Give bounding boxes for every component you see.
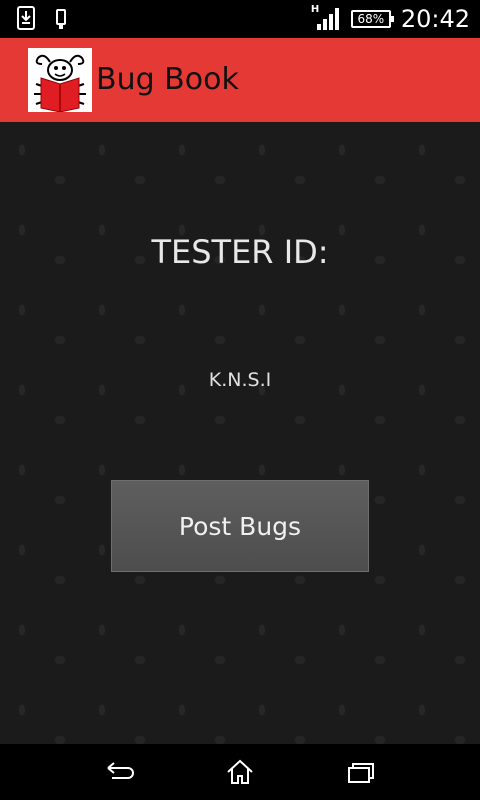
notification-icons: [16, 6, 68, 34]
battery-percent: 68%: [357, 12, 385, 26]
tester-id-label: TESTER ID:: [151, 233, 329, 271]
phone-icon: [54, 6, 68, 34]
post-bugs-button[interactable]: Post Bugs: [111, 480, 369, 572]
app-logo: [28, 48, 92, 113]
signal-icon: H: [311, 4, 341, 32]
download-icon: [16, 6, 36, 34]
app-title: Bug Book: [96, 62, 239, 97]
system-icons: H 68% 20:42: [311, 4, 470, 34]
recent-apps-icon[interactable]: [342, 756, 378, 788]
main-content: TESTER ID: K.N.S.I Post Bugs: [0, 122, 480, 744]
battery-icon: 68%: [350, 10, 394, 28]
clock: 20:42: [400, 5, 470, 33]
tester-id-value: K.N.S.I: [208, 369, 272, 391]
app-bar: Bug Book: [0, 38, 480, 122]
bug-reading-book-logo: [34, 54, 86, 113]
back-icon[interactable]: [102, 756, 138, 788]
screen: H 68% 20:42 Bug Book TESTER ID: K.N.S.I …: [0, 0, 480, 800]
navigation-bar: [0, 744, 480, 800]
status-bar: H 68% 20:42: [0, 0, 480, 38]
home-icon[interactable]: [222, 756, 258, 788]
